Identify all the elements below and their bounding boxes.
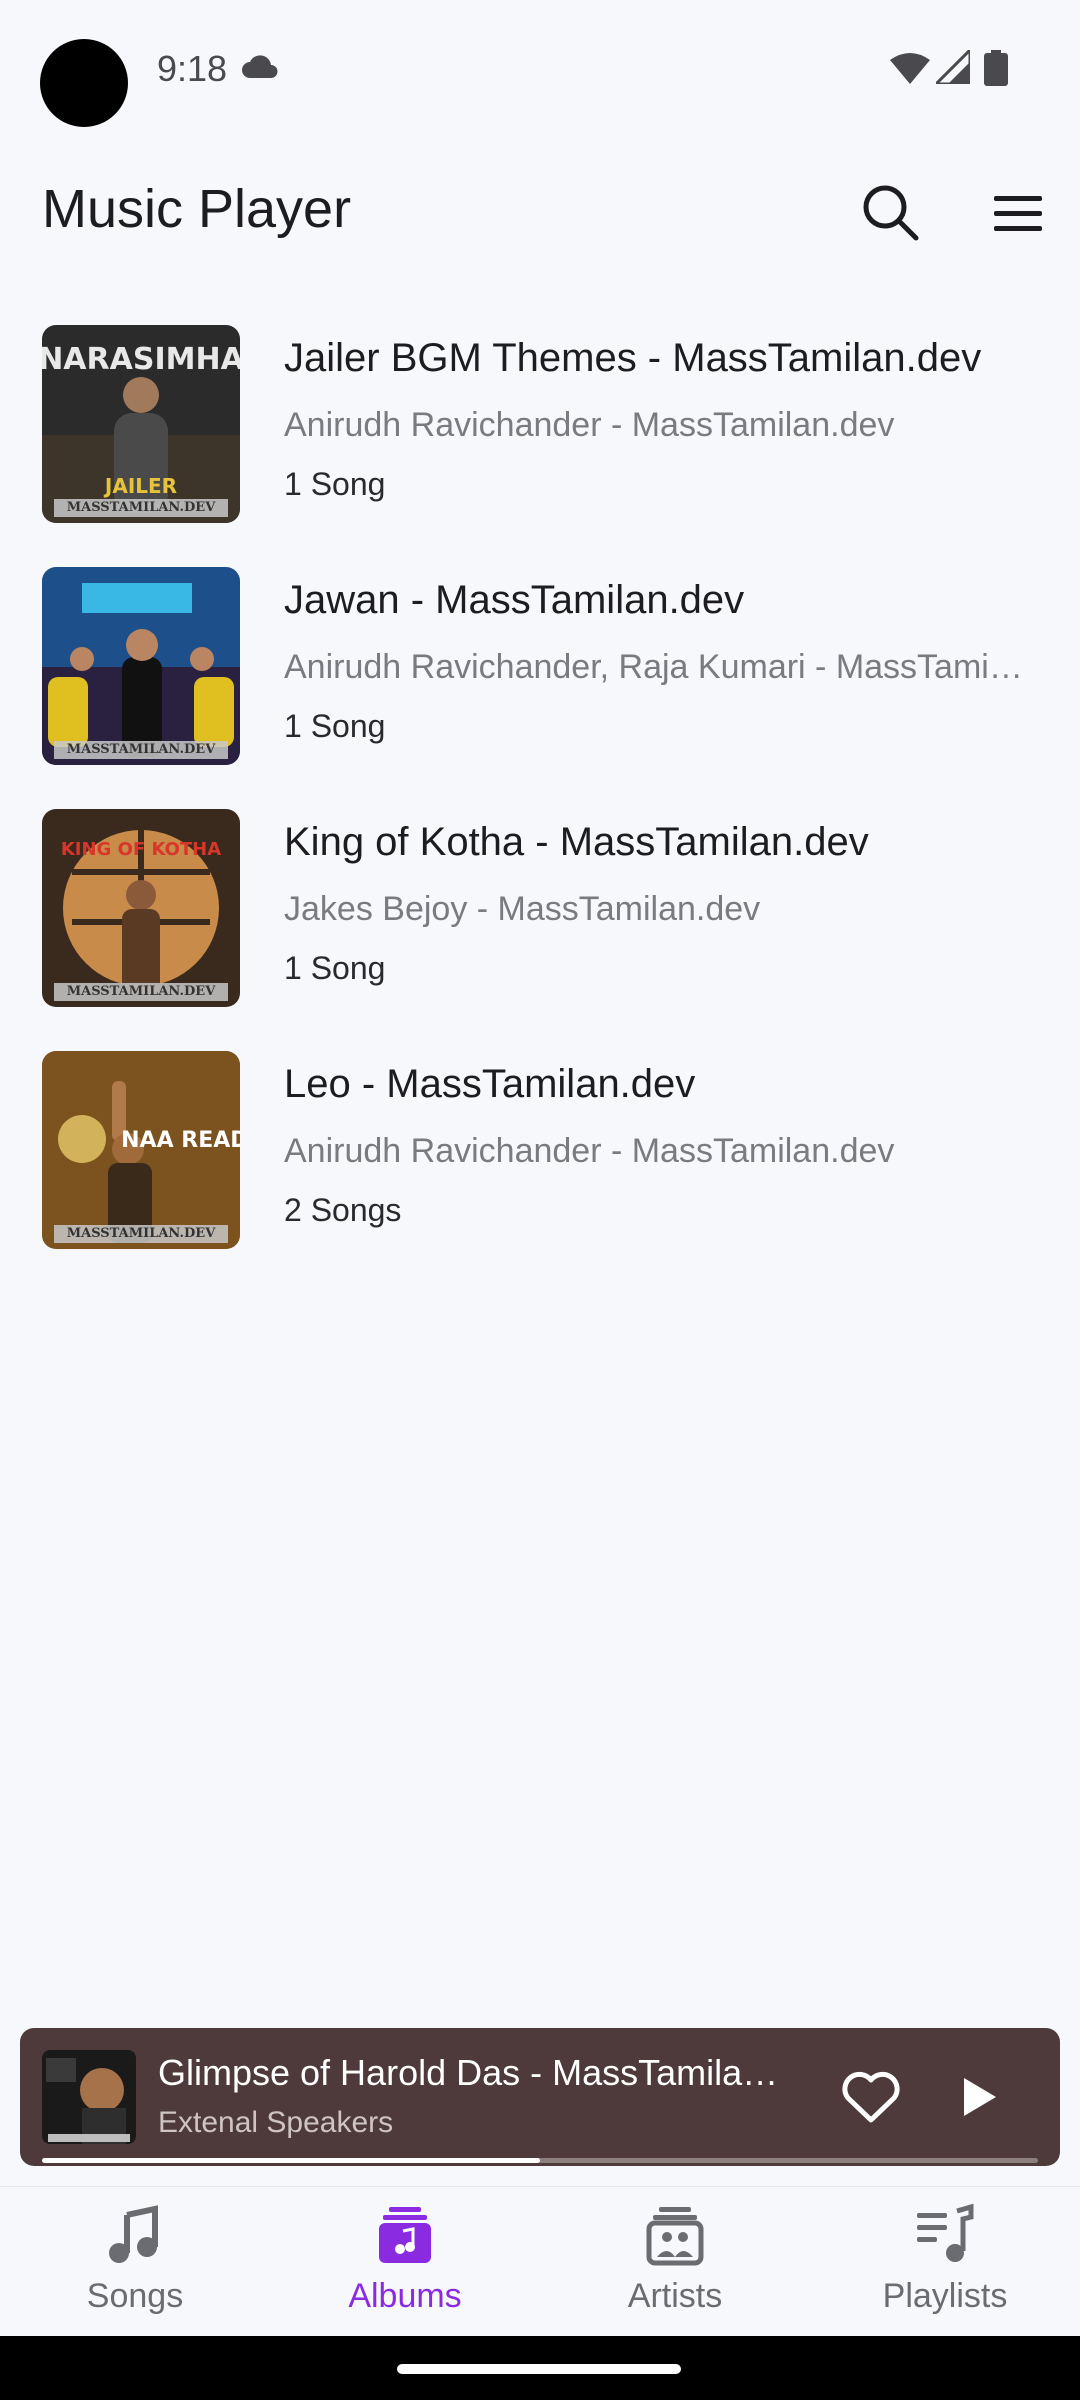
svg-text:JAILER: JAILER [103, 474, 177, 498]
bottom-nav: Songs Albums Artists Playlists [0, 2186, 1080, 2336]
album-title: Jailer BGM Themes - MassTamilan.dev [284, 336, 982, 380]
album-song-count: 1 Song [284, 708, 386, 744]
svg-text:NAA READY: NAA READY [121, 1128, 240, 1153]
artist-icon [646, 2207, 704, 2266]
menu-icon [994, 196, 1042, 231]
playlist-icon [917, 2203, 974, 2262]
music-note-icon [109, 2205, 158, 2263]
album-list: NARASIMHA JAILER MASSTAMILAN.DEV Jailer … [0, 322, 1080, 1290]
system-nav-bar [0, 2336, 1080, 2400]
now-playing-output: Extenal Speakers [158, 2106, 394, 2139]
album-title: Jawan - MassTamilan.dev [284, 578, 745, 622]
album-artist: Anirudh Ravichander - MassTamilan.dev [284, 1132, 895, 1170]
album-artist: Anirudh Ravichander - MassTamilan.dev [284, 406, 895, 444]
nav-albums[interactable]: Albums [270, 2187, 540, 2337]
album-row[interactable]: NARASIMHA JAILER MASSTAMILAN.DEV Jailer … [0, 322, 1080, 564]
album-art: KING OF KOTHA MASSTAMILAN.DEV [42, 809, 240, 1007]
mini-player-art [42, 2050, 136, 2144]
svg-text:KING OF KOTHA: KING OF KOTHA [61, 839, 221, 860]
nav-playlists-label: Playlists [882, 2277, 1008, 2315]
play-button[interactable] [944, 2064, 1010, 2130]
playback-progress[interactable] [42, 2158, 1038, 2163]
search-icon [863, 185, 919, 241]
playback-progress-fill [42, 2158, 540, 2163]
signal-icon [932, 46, 972, 89]
status-bar: 9:18 [0, 0, 1080, 140]
nav-artists-label: Artists [627, 2277, 723, 2315]
search-button[interactable] [858, 180, 924, 246]
battery-icon [984, 50, 1008, 91]
menu-button[interactable] [988, 184, 1048, 244]
album-song-count: 1 Song [284, 950, 386, 986]
album-art: NARASIMHA JAILER MASSTAMILAN.DEV [42, 325, 240, 523]
album-title: Leo - MassTamilan.dev [284, 1062, 696, 1106]
album-art: NAA READY MASSTAMILAN.DEV [42, 1051, 240, 1249]
cloud-icon [240, 52, 280, 85]
nav-artists[interactable]: Artists [540, 2187, 810, 2337]
camera-cutout [40, 39, 128, 127]
mini-player[interactable]: Glimpse of Harold Das - MassTamilan.dev … [20, 2028, 1060, 2166]
svg-text:NARASIMHA: NARASIMHA [42, 342, 240, 377]
album-song-count: 1 Song [284, 466, 386, 502]
nav-songs[interactable]: Songs [0, 2187, 270, 2337]
screen: 9:18 Music Player NARASIMHA JAILER MASST… [0, 0, 1080, 2400]
wifi-icon [890, 52, 930, 89]
album-row[interactable]: KING OF KOTHA MASSTAMILAN.DEV King of Ko… [0, 806, 1080, 1048]
album-artist: Anirudh Ravichander, Raja Kumari - MassT… [284, 648, 1024, 686]
nav-albums-label: Albums [348, 2277, 462, 2315]
album-art: MASSTAMILAN.DEV [42, 567, 240, 765]
home-gesture-bar[interactable] [397, 2364, 681, 2374]
album-title: King of Kotha - MassTamilan.dev [284, 820, 869, 864]
status-time: 9:18 [157, 48, 228, 89]
now-playing-title: Glimpse of Harold Das - MassTamilan.dev [158, 2052, 798, 2093]
app-bar: Music Player [0, 160, 1080, 270]
nav-playlists[interactable]: Playlists [810, 2187, 1080, 2337]
favorite-button[interactable] [838, 2064, 904, 2130]
page-title: Music Player [42, 179, 352, 239]
album-row[interactable]: NAA READY MASSTAMILAN.DEV Leo - MassTami… [0, 1048, 1080, 1290]
album-icon [379, 2207, 431, 2263]
album-artist: Jakes Bejoy - MassTamilan.dev [284, 890, 761, 928]
nav-songs-label: Songs [86, 2277, 184, 2315]
album-song-count: 2 Songs [284, 1192, 402, 1228]
album-row[interactable]: MASSTAMILAN.DEV Jawan - MassTamilan.dev … [0, 564, 1080, 806]
play-icon [964, 2078, 996, 2116]
heart-icon [842, 2071, 900, 2123]
